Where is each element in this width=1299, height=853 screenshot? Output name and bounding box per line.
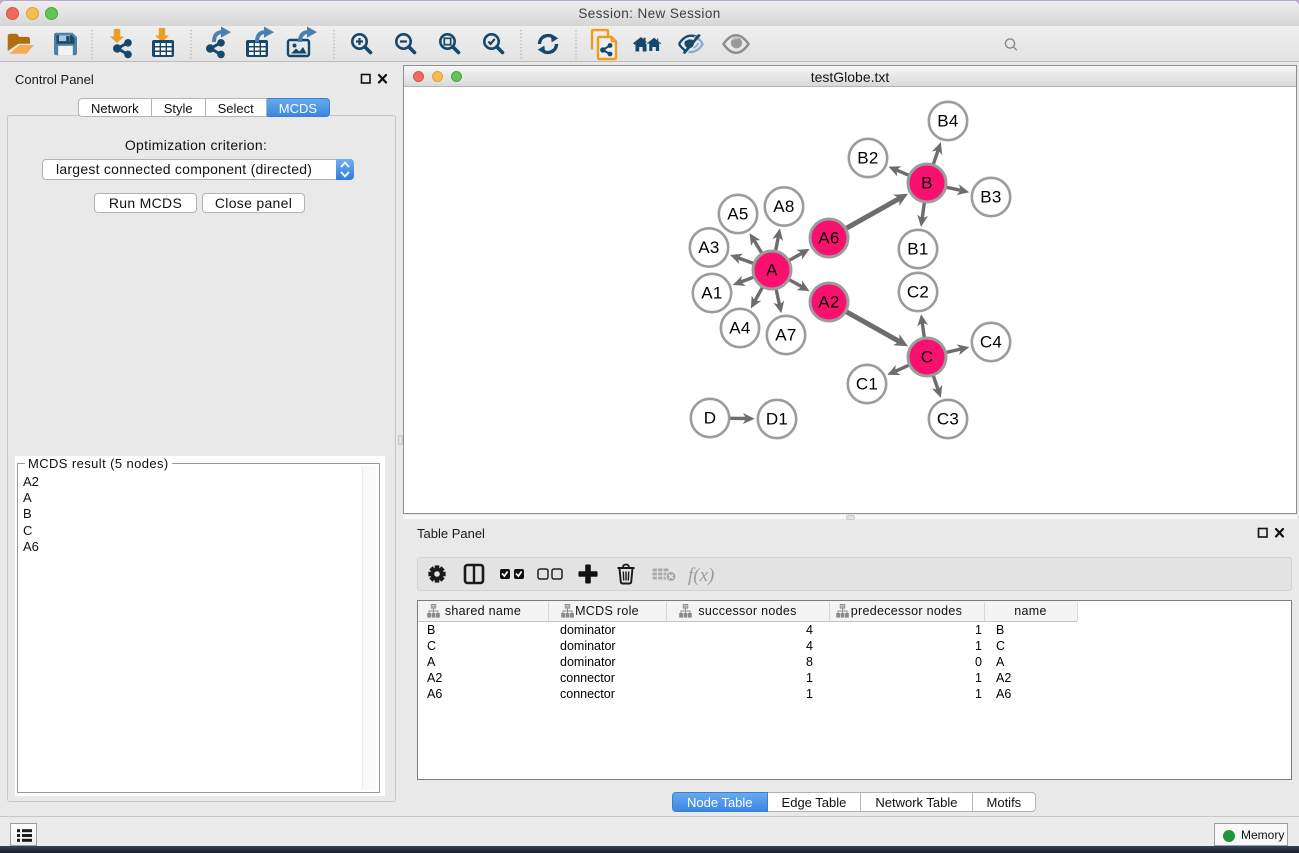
svg-text:B3: B3: [980, 188, 1001, 207]
svg-text:B1: B1: [907, 240, 928, 259]
svg-text:A: A: [766, 261, 778, 280]
svg-text:C4: C4: [980, 333, 1002, 352]
svg-text:A1: A1: [701, 284, 722, 303]
svg-text:B: B: [921, 174, 933, 193]
svg-text:f(x): f(x): [688, 565, 714, 586]
svg-text:D1: D1: [766, 410, 788, 429]
svg-text:B4: B4: [937, 112, 958, 131]
svg-text:A6: A6: [818, 229, 839, 248]
svg-text:B2: B2: [857, 149, 878, 168]
svg-text:A8: A8: [773, 197, 794, 216]
svg-text:C2: C2: [907, 283, 929, 302]
svg-text:A2: A2: [818, 293, 839, 312]
svg-text:D: D: [704, 409, 717, 428]
svg-text:A7: A7: [775, 326, 796, 345]
svg-text:C: C: [921, 348, 934, 367]
svg-text:C1: C1: [856, 375, 878, 394]
svg-text:C3: C3: [937, 410, 959, 429]
svg-text:A4: A4: [729, 319, 750, 338]
svg-text:A5: A5: [727, 205, 748, 224]
svg-text:A3: A3: [698, 238, 719, 257]
